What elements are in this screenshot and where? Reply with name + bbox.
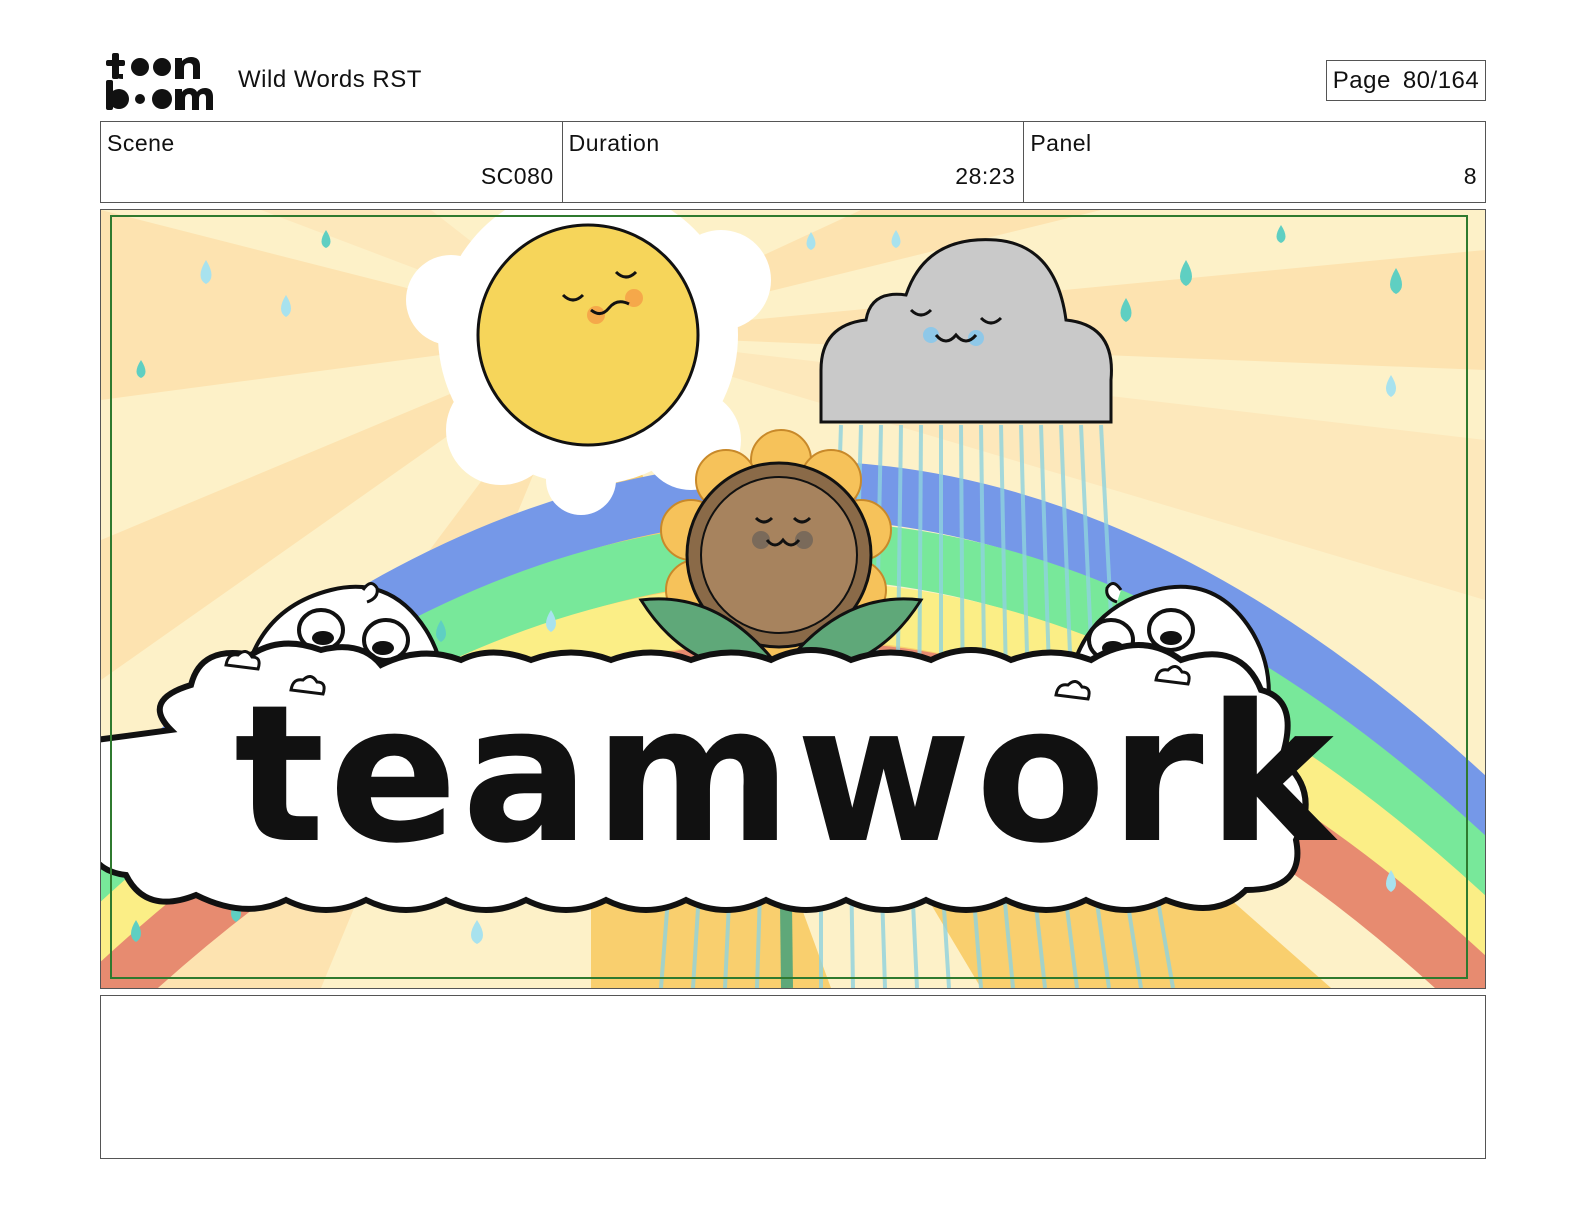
panel-cell: Panel 8 (1024, 122, 1485, 202)
panel-label: Panel (1030, 130, 1092, 156)
storyboard-panel: teamwork (100, 209, 1486, 989)
panel-caption-box[interactable] (100, 995, 1486, 1159)
duration-label: Duration (568, 130, 660, 156)
scene-value: SC080 (480, 163, 554, 189)
panel-info-table: Scene SC080 Duration 28:23 Panel 8 (100, 121, 1486, 203)
page-number: 80/164 (1402, 66, 1480, 94)
panel-value: 8 (1463, 163, 1478, 189)
scene-label: Scene (107, 130, 175, 156)
page-indicator: Page 80/164 (1326, 60, 1486, 101)
project-title: Wild Words RST (238, 66, 422, 93)
duration-value: 28:23 (955, 163, 1016, 189)
duration-cell: Duration 28:23 (563, 122, 1025, 202)
toonboom-logo (106, 53, 213, 110)
sun (476, 223, 700, 447)
page-label: Page (1332, 66, 1391, 94)
panel-artwork: teamwork (101, 210, 1485, 988)
teamwork-sign: teamwork (101, 640, 1338, 913)
scene-cell: Scene SC080 (101, 122, 563, 202)
teamwork-word: teamwork (234, 664, 1338, 885)
